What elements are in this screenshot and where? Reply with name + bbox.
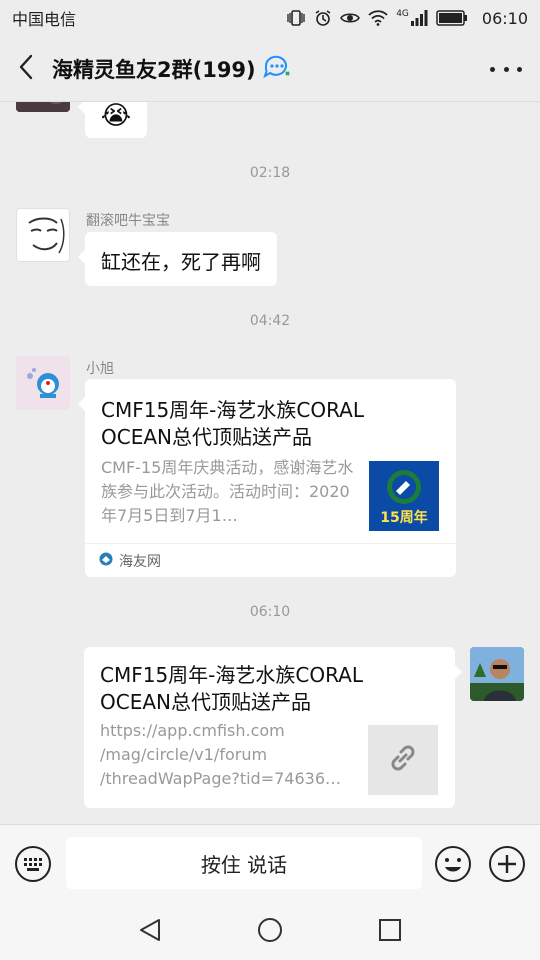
emoji-button[interactable] — [434, 845, 472, 883]
url-line: https://app.cmfish.com — [100, 721, 285, 740]
message-bubble[interactable]: 😭 — [78, 102, 147, 138]
eye-icon — [340, 10, 361, 26]
status-time: 06:10 — [481, 8, 528, 28]
card-thumbnail: 15周年 — [369, 461, 439, 531]
card-title: CMF15周年-海艺水族CORAL OCEAN总代顶贴送产品 — [101, 398, 365, 449]
message-bubble[interactable]: 缸还在，死了再啊 — [78, 232, 277, 286]
nav-recents-button[interactable] — [377, 917, 403, 943]
more-actions-button[interactable] — [488, 845, 526, 883]
wifi-icon — [368, 10, 388, 26]
message-timestamp: 06:10 — [249, 604, 291, 620]
status-icons: 4G 06:10 — [286, 9, 528, 28]
system-nav-bar — [0, 900, 540, 960]
nav-recents-icon — [377, 919, 403, 947]
vibrate-icon — [286, 9, 306, 27]
card-url: https://app.cmfish.com /mag/circle/v1/fo… — [100, 719, 360, 791]
chat-message-list[interactable]: 😭 02:18 翻滚吧牛宝宝 缸还在，死了再啊 04:42 小旭 CMF15周年… — [0, 102, 540, 824]
emoji-icon — [434, 846, 472, 887]
back-button[interactable] — [0, 36, 52, 102]
signal-icon: 4G — [396, 10, 428, 26]
keyboard-icon — [14, 846, 52, 887]
network-type-label: 4G — [396, 9, 409, 19]
card-source: 海友网 — [85, 543, 456, 577]
group-chat-icon — [262, 54, 292, 84]
sender-name: 翻滚吧牛宝宝 — [86, 213, 170, 229]
message-timestamp: 02:18 — [249, 165, 291, 181]
input-bar: 按住 说话 — [0, 824, 540, 900]
crying-emoji: 😭 — [100, 102, 132, 131]
carrier-label: 中国电信 — [12, 10, 77, 29]
nav-back-icon — [137, 919, 163, 947]
url-line: /mag/circle/v1/forum — [100, 745, 268, 764]
hold-to-talk-button[interactable]: 按住 说话 — [66, 837, 422, 889]
avatar[interactable] — [16, 102, 70, 112]
link-thumbnail — [368, 725, 438, 795]
plus-icon — [488, 846, 526, 887]
link-card[interactable]: CMF15周年-海艺水族CORAL OCEAN总代顶贴送产品 https://a… — [84, 647, 462, 808]
source-name: 海友网 — [119, 553, 161, 570]
back-chevron-icon — [18, 54, 34, 84]
link-icon — [386, 741, 420, 779]
source-logo-icon — [99, 552, 113, 570]
chat-header: 海精灵鱼友2群(199) — [0, 36, 540, 102]
battery-icon — [436, 10, 468, 26]
avatar[interactable] — [16, 208, 70, 262]
thumbnail-text: 15周年 — [380, 510, 428, 526]
avatar[interactable] — [470, 647, 524, 701]
more-button[interactable] — [490, 58, 522, 80]
card-title: CMF15周年-海艺水族CORAL OCEAN总代顶贴送产品 — [100, 663, 364, 714]
keyboard-toggle-button[interactable] — [14, 845, 52, 883]
nav-home-icon — [257, 918, 283, 947]
status-bar: 中国电信 4G 06:10 — [0, 0, 540, 36]
avatar[interactable] — [16, 356, 70, 410]
more-dots-icon — [490, 66, 495, 72]
card-description: CMF-15周年庆典活动，感谢海艺水族参与此次活动。活动时间：2020年7月5日… — [101, 458, 354, 525]
alarm-icon — [314, 9, 332, 27]
nav-home-button[interactable] — [257, 917, 283, 943]
chat-title[interactable]: 海精灵鱼友2群(199) — [52, 54, 256, 84]
message-timestamp: 04:42 — [249, 313, 291, 329]
sender-name: 小旭 — [86, 361, 114, 377]
url-line: /threadWapPage?tid=74636… — [100, 769, 341, 788]
nav-back-button[interactable] — [137, 917, 163, 943]
link-card[interactable]: CMF15周年-海艺水族CORAL OCEAN总代顶贴送产品 CMF-15周年庆… — [78, 379, 456, 577]
